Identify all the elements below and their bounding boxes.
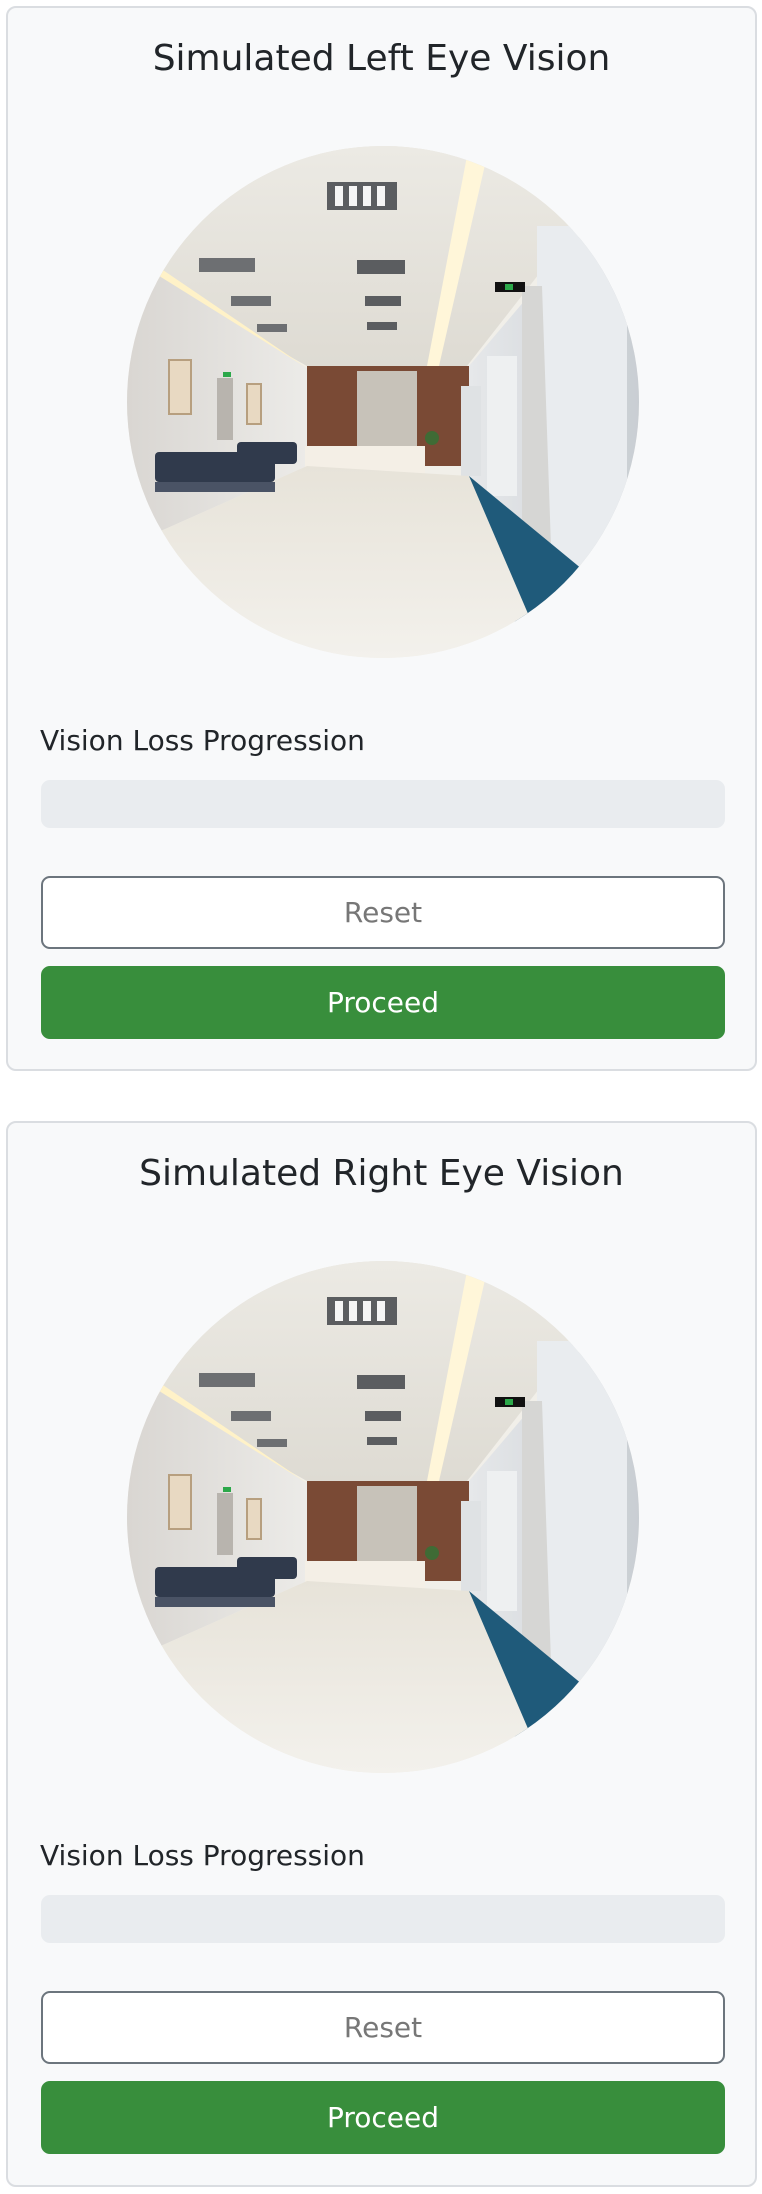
vision-loss-progress-bar (41, 780, 725, 828)
right-eye-panel: Simulated Right Eye Vision Vision Loss P… (6, 1121, 757, 2187)
vision-simulation-image (127, 146, 639, 658)
progress-label: Vision Loss Progression (40, 724, 365, 757)
reset-button[interactable]: Reset (41, 876, 725, 949)
left-eye-panel: Simulated Left Eye Vision Vision Loss Pr… (6, 6, 757, 1071)
hospital-corridor-image (127, 146, 639, 658)
panel-title: Simulated Left Eye Vision (152, 38, 611, 79)
vision-simulation-image (127, 1261, 639, 1773)
progress-label: Vision Loss Progression (40, 1839, 365, 1872)
proceed-button[interactable]: Proceed (41, 2081, 725, 2154)
hospital-corridor-image (127, 1261, 639, 1773)
reset-button[interactable]: Reset (41, 1991, 725, 2064)
vision-loss-progress-bar (41, 1895, 725, 1943)
proceed-button[interactable]: Proceed (41, 966, 725, 1039)
panel-title: Simulated Right Eye Vision (139, 1153, 624, 1194)
